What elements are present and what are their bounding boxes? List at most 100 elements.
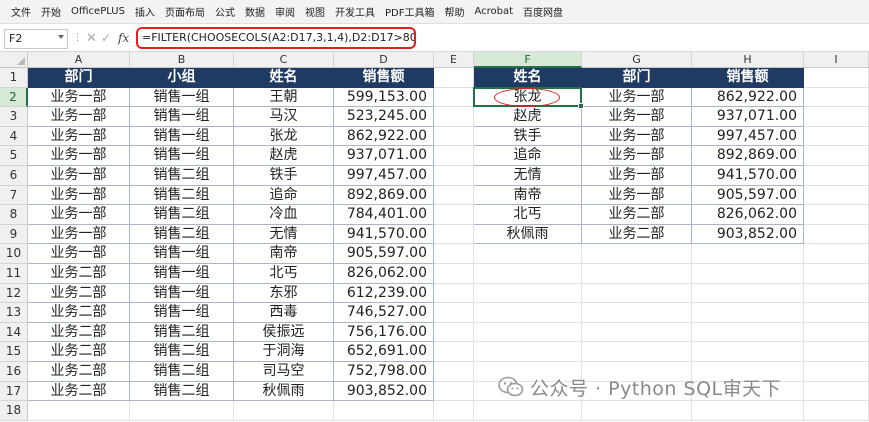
source-table-cell[interactable]: 业务二部 bbox=[28, 381, 130, 402]
result-table-cell[interactable]: 无情 bbox=[474, 166, 582, 186]
source-table-cell[interactable]: 销售二组 bbox=[130, 224, 234, 245]
result-table-cell[interactable]: 903,852.00 bbox=[692, 224, 804, 245]
source-table-cell[interactable]: 于洞海 bbox=[234, 342, 334, 362]
result-table-cell[interactable]: 铁手 bbox=[474, 126, 582, 147]
row-header-10[interactable]: 10 bbox=[0, 244, 28, 264]
column-header-d[interactable]: D bbox=[334, 52, 434, 68]
source-table-cell[interactable]: 销售一组 bbox=[130, 146, 234, 166]
source-table-cell[interactable]: 赵虎 bbox=[234, 146, 334, 166]
result-table-cell[interactable]: 业务一部 bbox=[582, 126, 692, 147]
source-table-cell[interactable]: 销售二组 bbox=[130, 205, 234, 225]
column-header-b[interactable]: B bbox=[130, 52, 234, 68]
result-table-cell[interactable]: 北丐 bbox=[474, 205, 582, 225]
source-table-cell[interactable]: 756,176.00 bbox=[334, 322, 434, 343]
result-table-cell[interactable]: 张龙 bbox=[474, 87, 582, 108]
row-header-17[interactable]: 17 bbox=[0, 381, 28, 402]
source-table-cell[interactable]: 652,691.00 bbox=[334, 342, 434, 362]
ribbon-tab-4[interactable]: 页面布局 bbox=[160, 4, 210, 19]
result-table-cell[interactable]: 892,869.00 bbox=[692, 146, 804, 166]
source-table-cell[interactable]: 销售二组 bbox=[130, 166, 234, 186]
source-table-cell[interactable]: 王朝 bbox=[234, 87, 334, 108]
source-table-cell[interactable]: 941,570.00 bbox=[334, 224, 434, 245]
result-table-cell[interactable]: 业务一部 bbox=[582, 185, 692, 206]
ribbon-tab-0[interactable]: 文件 bbox=[6, 4, 36, 19]
row-header-4[interactable]: 4 bbox=[0, 126, 28, 147]
column-header-a[interactable]: A bbox=[28, 52, 130, 68]
source-table-cell[interactable]: 业务一部 bbox=[28, 185, 130, 206]
source-table-cell[interactable]: 销售二组 bbox=[130, 185, 234, 206]
name-box[interactable]: F2 bbox=[4, 29, 68, 49]
cancel-icon[interactable]: ✕ bbox=[86, 31, 97, 46]
result-table-cell[interactable]: 赵虎 bbox=[474, 107, 582, 127]
source-table-cell[interactable]: 业务一部 bbox=[28, 166, 130, 186]
source-table-cell[interactable]: 侯振远 bbox=[234, 322, 334, 343]
ribbon-tab-1[interactable]: 开始 bbox=[36, 4, 66, 19]
source-table-cell[interactable]: 销售一组 bbox=[130, 107, 234, 127]
confirm-icon[interactable]: ✓ bbox=[101, 31, 111, 45]
source-table-cell[interactable]: 业务一部 bbox=[28, 205, 130, 225]
source-table-cell[interactable]: 无情 bbox=[234, 224, 334, 245]
source-table-cell[interactable]: 612,239.00 bbox=[334, 283, 434, 304]
source-table-cell[interactable]: 司马空 bbox=[234, 362, 334, 382]
ribbon-tab-5[interactable]: 公式 bbox=[210, 4, 240, 19]
insert-function-icon[interactable]: fx bbox=[118, 31, 129, 45]
ribbon-tab-8[interactable]: 视图 bbox=[300, 4, 330, 19]
source-header-cell[interactable]: 销售额 bbox=[334, 68, 434, 88]
result-table-cell[interactable]: 997,457.00 bbox=[692, 126, 804, 147]
row-header-3[interactable]: 3 bbox=[0, 107, 28, 127]
source-table-cell[interactable]: 997,457.00 bbox=[334, 166, 434, 186]
select-all-corner[interactable] bbox=[0, 52, 28, 68]
more-options-icon[interactable]: ⋮ bbox=[73, 33, 82, 43]
source-header-cell[interactable]: 部门 bbox=[28, 68, 130, 88]
source-table-cell[interactable]: 业务二部 bbox=[28, 322, 130, 343]
result-table-cell[interactable]: 业务一部 bbox=[582, 87, 692, 108]
result-table-cell[interactable]: 826,062.00 bbox=[692, 205, 804, 225]
row-header-16[interactable]: 16 bbox=[0, 362, 28, 382]
row-header-14[interactable]: 14 bbox=[0, 322, 28, 343]
source-table-cell[interactable]: 业务一部 bbox=[28, 146, 130, 166]
row-header-13[interactable]: 13 bbox=[0, 303, 28, 323]
source-table-cell[interactable]: 937,071.00 bbox=[334, 146, 434, 166]
result-table-cell[interactable]: 业务一部 bbox=[582, 107, 692, 127]
source-table-cell[interactable]: 业务一部 bbox=[28, 107, 130, 127]
source-table-cell[interactable]: 销售二组 bbox=[130, 362, 234, 382]
column-header-g[interactable]: G bbox=[582, 52, 692, 68]
source-table-cell[interactable]: 业务二部 bbox=[28, 303, 130, 323]
selection-fill-handle[interactable] bbox=[578, 103, 584, 110]
ribbon-tab-12[interactable]: Acrobat bbox=[469, 6, 518, 17]
ribbon-tab-9[interactable]: 开发工具 bbox=[330, 4, 380, 19]
row-header-9[interactable]: 9 bbox=[0, 224, 28, 245]
result-header-cell[interactable]: 部门 bbox=[582, 68, 692, 88]
result-header-cell[interactable]: 姓名 bbox=[474, 68, 582, 88]
result-table-cell[interactable]: 业务二部 bbox=[582, 224, 692, 245]
source-table-cell[interactable]: 业务一部 bbox=[28, 224, 130, 245]
source-header-cell[interactable]: 小组 bbox=[130, 68, 234, 88]
row-header-5[interactable]: 5 bbox=[0, 146, 28, 166]
source-table-cell[interactable]: 销售一组 bbox=[130, 264, 234, 284]
column-header-i[interactable]: I bbox=[804, 52, 869, 68]
column-header-c[interactable]: C bbox=[234, 52, 334, 68]
source-table-cell[interactable]: 铁手 bbox=[234, 166, 334, 186]
result-table-cell[interactable]: 业务二部 bbox=[582, 205, 692, 225]
result-header-cell[interactable]: 销售额 bbox=[692, 68, 804, 88]
source-table-cell[interactable]: 599,153.00 bbox=[334, 87, 434, 108]
source-table-cell[interactable]: 892,869.00 bbox=[334, 185, 434, 206]
result-table-cell[interactable]: 业务一部 bbox=[582, 166, 692, 186]
result-table-cell[interactable]: 追命 bbox=[474, 146, 582, 166]
source-table-cell[interactable]: 冷血 bbox=[234, 205, 334, 225]
source-table-cell[interactable]: 张龙 bbox=[234, 126, 334, 147]
source-table-cell[interactable]: 秋佩雨 bbox=[234, 381, 334, 402]
source-table-cell[interactable]: 销售二组 bbox=[130, 342, 234, 362]
source-table-cell[interactable]: 826,062.00 bbox=[334, 264, 434, 284]
ribbon-tab-11[interactable]: 帮助 bbox=[439, 4, 469, 19]
ribbon-tab-13[interactable]: 百度网盘 bbox=[518, 4, 568, 19]
source-table-cell[interactable]: 业务二部 bbox=[28, 264, 130, 284]
source-table-cell[interactable]: 523,245.00 bbox=[334, 107, 434, 127]
source-table-cell[interactable]: 业务一部 bbox=[28, 87, 130, 108]
ribbon-tab-2[interactable]: OfficePLUS bbox=[66, 6, 130, 17]
source-table-cell[interactable]: 业务二部 bbox=[28, 362, 130, 382]
source-table-cell[interactable]: 南帝 bbox=[234, 244, 334, 264]
ribbon-tab-3[interactable]: 插入 bbox=[130, 4, 160, 19]
source-table-cell[interactable]: 销售二组 bbox=[130, 322, 234, 343]
source-table-cell[interactable]: 北丐 bbox=[234, 264, 334, 284]
